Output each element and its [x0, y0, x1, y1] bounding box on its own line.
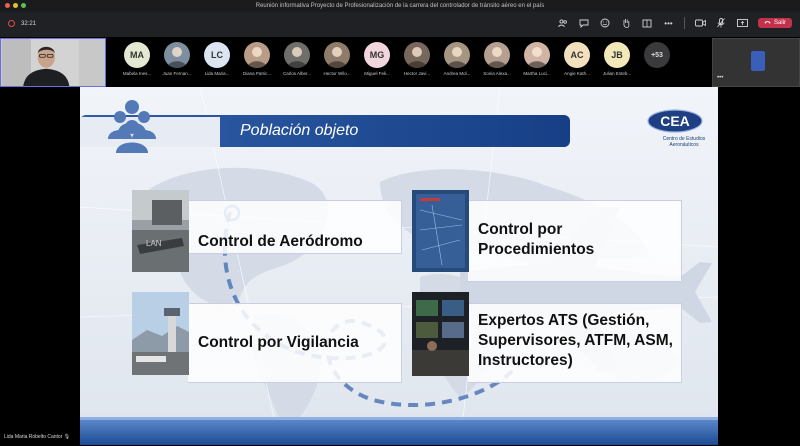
avatar-photo: [287, 47, 307, 68]
avatar: [244, 42, 270, 68]
maximize-window-icon[interactable]: [21, 3, 26, 8]
more-options-icon[interactable]: •••: [717, 75, 723, 81]
presenter-video: [2, 39, 104, 86]
close-window-icon[interactable]: [5, 3, 10, 8]
participant-tile[interactable]: MA Mabela Ines...: [118, 42, 156, 76]
logo-subtitle: Centro de Estudios Aeronáuticos: [662, 136, 706, 148]
presenter-name-label: Lida Maria Robelto Cantor: [4, 434, 63, 440]
camera-icon[interactable]: [695, 18, 706, 29]
avatar: [444, 42, 470, 68]
participant-tile[interactable]: Juan Fernan...: [158, 42, 196, 76]
avatar: [284, 42, 310, 68]
microphone-muted-icon: 🎙︎: [63, 434, 71, 440]
avatar: MA: [124, 42, 150, 68]
people-icon[interactable]: [558, 18, 569, 29]
phone-hangup-icon: [764, 20, 771, 26]
meeting-timer: 32:21: [21, 20, 37, 27]
chat-icon[interactable]: [579, 18, 590, 29]
window-titlebar: Reunión informativa Proyecto de Profesio…: [0, 0, 800, 12]
avatar: AC: [564, 42, 590, 68]
svg-text:CEA: CEA: [660, 113, 690, 129]
share-screen-icon[interactable]: [737, 18, 748, 29]
record-icon: [8, 20, 15, 27]
avatar: [164, 42, 190, 68]
participant-name: Diana Patric...: [242, 71, 272, 76]
card-expertos-label: Expertos ATS (Gestión, Supervisores, ATF…: [478, 312, 673, 369]
avatar: [524, 42, 550, 68]
avatar: JB: [604, 42, 630, 68]
avatar: [404, 42, 430, 68]
participant-name: Martha Luci...: [523, 71, 551, 76]
procedures-photo: [412, 190, 469, 272]
participant-name: Carlos Alber...: [282, 71, 311, 76]
avatar-photo: [327, 47, 347, 68]
participant-tile[interactable]: LC Lida Maria...: [198, 42, 236, 76]
self-video-tile[interactable]: [0, 38, 106, 87]
participant-tile[interactable]: Hector Wilo...: [318, 42, 356, 76]
participant-name: Andrea Mol...: [443, 71, 471, 76]
window-controls[interactable]: [5, 3, 26, 8]
participant-name: Hector Wilo...: [323, 71, 351, 76]
participant-name: Mabela Ines...: [122, 71, 152, 76]
participant-tile[interactable]: Andrea Mol...: [438, 42, 476, 76]
avatar: [484, 42, 510, 68]
card-aerodromo-label: Control de Aeródromo: [198, 233, 363, 250]
recording-indicator: 32:21: [8, 20, 36, 27]
card-procedimientos-label: Control por Procedimientos: [478, 221, 595, 258]
participant-name: Julian Esteb...: [602, 71, 632, 76]
microphone-icon[interactable]: [716, 18, 727, 29]
shared-slide: Población objeto CEA Centro de Estudios …: [80, 87, 718, 445]
meeting-toolbar: 32:21 ••• Salir: [0, 12, 800, 37]
avatar-photo: [167, 47, 187, 68]
minimize-window-icon[interactable]: [13, 3, 18, 8]
leave-button[interactable]: Salir: [757, 18, 792, 28]
participant-tile[interactable]: Hector Javi...: [398, 42, 436, 76]
participant-tile[interactable]: Diana Patric...: [238, 42, 276, 76]
toolbar-divider: [683, 17, 685, 29]
participant-tile[interactable]: +53: [638, 42, 676, 76]
cea-logo: CEA: [647, 109, 703, 133]
participant-name: Lida Maria...: [204, 71, 230, 76]
reactions-icon[interactable]: [600, 18, 611, 29]
participant-tile[interactable]: AC Angie Kath...: [558, 42, 596, 76]
participant-tile[interactable]: Martha Luci...: [518, 42, 556, 76]
surveillance-photo: [132, 292, 189, 375]
avatar: LC: [204, 42, 230, 68]
avatar-photo: [527, 47, 547, 68]
meeting-controls: ••• Salir: [558, 17, 792, 29]
participant-name: Juan Fernan...: [162, 71, 192, 76]
more-options-icon[interactable]: •••: [663, 18, 674, 29]
rooms-icon[interactable]: [642, 18, 653, 29]
participant-list: MA Mabela Ines... Juan Fernan... LC Lida Mar…: [118, 42, 676, 76]
slide-title: Población objeto: [240, 122, 359, 139]
window-title: Reunión informativa Proyecto de Profesio…: [255, 3, 545, 9]
raise-hand-icon[interactable]: [621, 18, 632, 29]
participant-tile[interactable]: JB Julian Esteb...: [598, 42, 636, 76]
screen-share-thumbnail[interactable]: •••: [712, 38, 800, 87]
avatar: +53: [644, 42, 670, 68]
participant-name: Miguel Feli...: [364, 71, 390, 76]
avatar-photo: [407, 47, 427, 68]
participant-name: Angie Kath...: [564, 71, 590, 76]
avatar: [324, 42, 350, 68]
leave-label: Salir: [773, 20, 786, 26]
participant-tile[interactable]: MG Miguel Feli...: [358, 42, 396, 76]
participant-tile[interactable]: Carlos Alber...: [278, 42, 316, 76]
shared-content-preview: [751, 51, 765, 71]
avatar-photo: [487, 47, 507, 68]
avatar-photo: [447, 47, 467, 68]
avatar-photo: [247, 47, 267, 68]
experts-photo: [412, 292, 469, 376]
aerodrome-photo: LAN: [132, 190, 189, 272]
avatar: MG: [364, 42, 390, 68]
presenter-name: Lida Maria Robelto Cantor 🎙︎: [4, 434, 70, 440]
svg-text:LAN: LAN: [146, 239, 162, 248]
participant-name: Sonia Alexa...: [483, 71, 511, 76]
participant-tile[interactable]: Sonia Alexa...: [478, 42, 516, 76]
participant-name: Hector Javi...: [403, 71, 431, 76]
card-vigilancia-label: Control por Vigilancia: [198, 334, 359, 351]
